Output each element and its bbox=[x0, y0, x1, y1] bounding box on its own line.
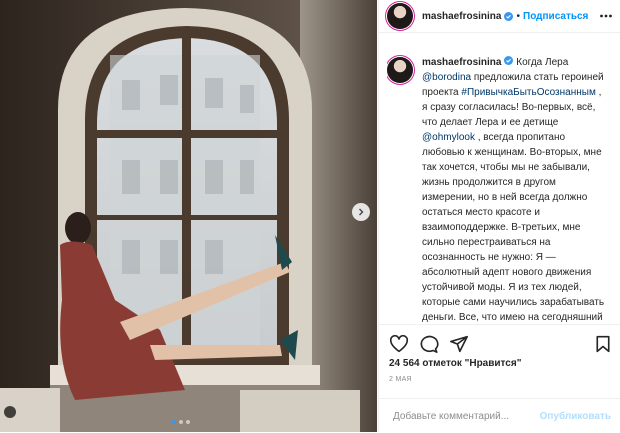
caption-text: mashaefrosinina Когда Лера @borodina пре… bbox=[422, 55, 608, 323]
verified-badge-icon bbox=[504, 11, 514, 21]
comment-input[interactable] bbox=[391, 409, 540, 423]
carousel-dot-active bbox=[172, 420, 176, 424]
post-image bbox=[0, 0, 377, 432]
caption-username[interactable]: mashaefrosinina bbox=[422, 57, 501, 68]
chevron-right-icon bbox=[359, 208, 364, 216]
carousel-dot bbox=[179, 420, 183, 424]
bookmark-icon[interactable] bbox=[595, 335, 611, 358]
comment-bar: Опубликовать bbox=[379, 398, 620, 433]
caption-part: Когда Лера bbox=[513, 57, 569, 68]
follow-button[interactable]: Подписаться bbox=[523, 11, 588, 22]
mention-link[interactable]: @ohmylook bbox=[422, 132, 475, 143]
mention-link[interactable]: @borodina bbox=[422, 72, 471, 83]
share-icon[interactable] bbox=[449, 335, 469, 358]
likes-count[interactable]: 24 564 отметок "Нравится" bbox=[389, 358, 521, 369]
post-caption: mashaefrosinina Когда Лера @borodina пре… bbox=[387, 55, 617, 323]
caption-avatar[interactable] bbox=[387, 57, 413, 83]
carousel-indicator bbox=[172, 420, 190, 424]
post-photo[interactable] bbox=[0, 0, 377, 432]
post-header: mashaefrosinina • Подписаться bbox=[379, 0, 620, 33]
post-side-panel: mashaefrosinina • Подписаться mashaefros… bbox=[378, 0, 620, 432]
heart-icon[interactable] bbox=[389, 334, 409, 358]
hashtag-link[interactable]: #ПривычкаБытьОсознанным bbox=[461, 87, 595, 98]
publish-button[interactable]: Опубликовать bbox=[540, 411, 611, 422]
avatar[interactable] bbox=[387, 3, 413, 29]
carousel-next-button[interactable] bbox=[352, 203, 370, 221]
more-options-icon[interactable] bbox=[599, 9, 613, 28]
separator-dot: • bbox=[516, 10, 520, 22]
tagged-users-icon[interactable] bbox=[4, 406, 16, 418]
caption-part: , всегда пропитано любовью к женщинам. В… bbox=[422, 132, 605, 323]
comment-icon[interactable] bbox=[419, 335, 439, 358]
post-date[interactable]: 2 МАЯ bbox=[389, 376, 412, 383]
carousel-dot bbox=[186, 420, 190, 424]
header-username[interactable]: mashaefrosinina bbox=[422, 11, 501, 22]
